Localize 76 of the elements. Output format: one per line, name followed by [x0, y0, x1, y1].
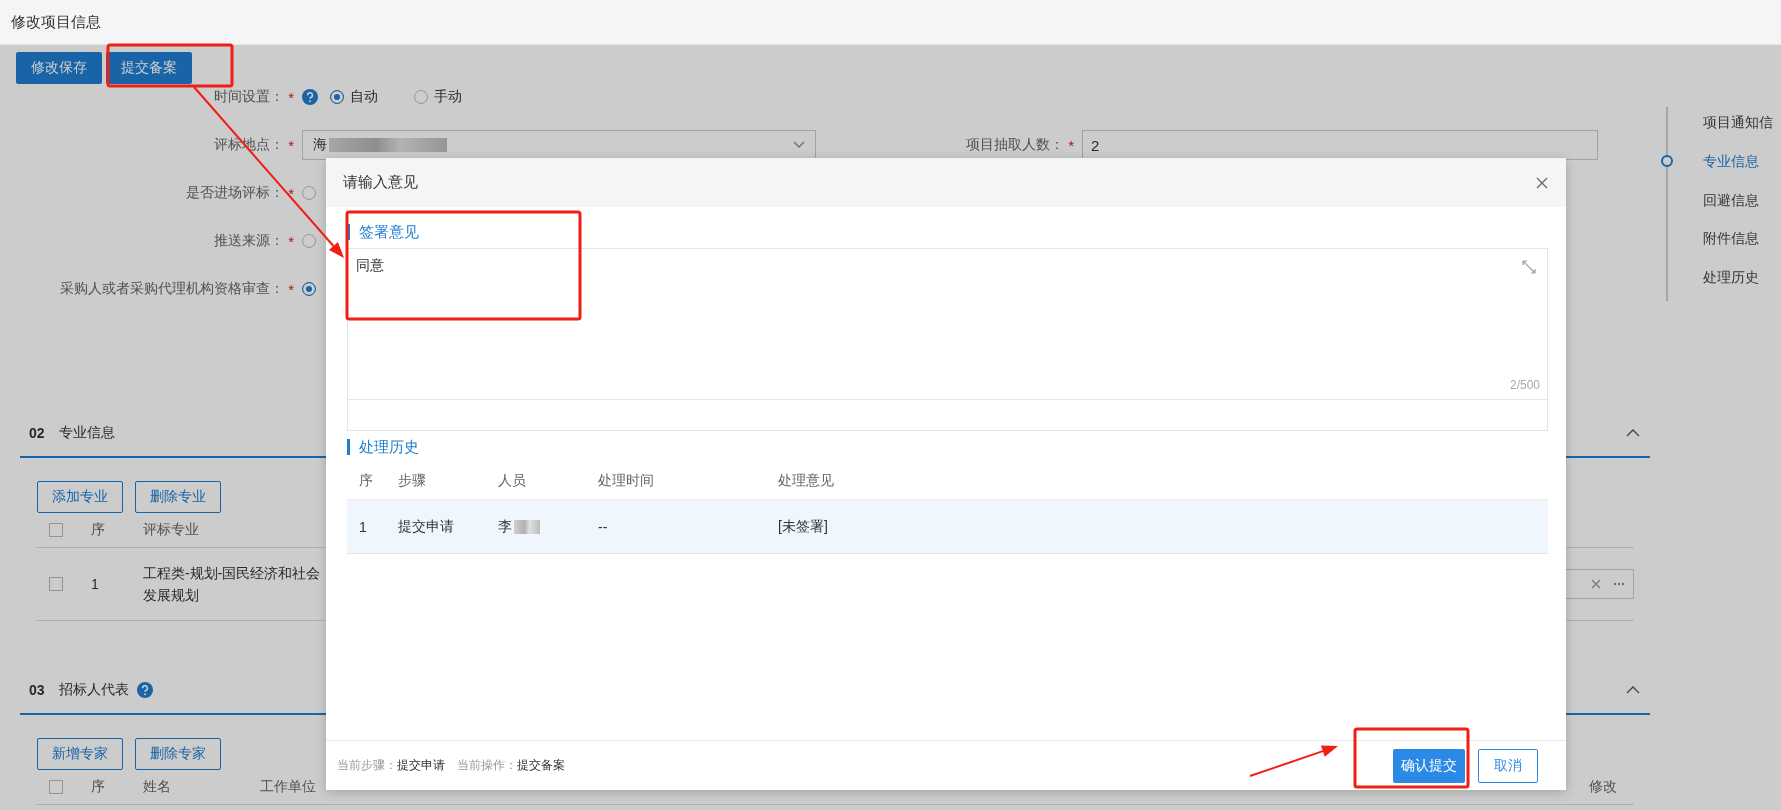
table-cell: 提交申请	[398, 518, 454, 536]
section-button[interactable]: 新增专家	[37, 738, 123, 770]
field-label: 推送来源：	[214, 232, 285, 250]
more-icon	[1613, 582, 1625, 586]
column-header: 序	[91, 778, 106, 796]
confirm-button[interactable]: 确认提交	[1393, 748, 1465, 783]
collapse-icon	[1626, 686, 1640, 694]
required-mark: *	[1068, 136, 1074, 154]
radio-button[interactable]	[414, 90, 428, 104]
column-header: 工作单位	[260, 778, 317, 796]
history-row[interactable]: 1 提交申请 李 -- [未签署]	[347, 501, 1548, 554]
radio-button[interactable]	[330, 90, 344, 104]
section-button[interactable]: 删除专业	[135, 481, 221, 513]
field-label: 项目抽取人数：	[966, 136, 1065, 154]
checkbox[interactable]	[49, 523, 63, 537]
collapse-icon	[1626, 429, 1640, 437]
status-value: 提交申请	[397, 757, 445, 774]
section-number: 03	[29, 682, 45, 698]
column-header: 序	[91, 521, 106, 539]
section-heading: 签署意见	[347, 224, 1548, 240]
toolbar-button[interactable]: 提交备案	[106, 52, 192, 84]
dropdown-icon	[793, 141, 805, 149]
location-select[interactable]: 海	[302, 130, 816, 160]
checkbox[interactable]	[49, 780, 63, 794]
table-cell: [未签署]	[778, 518, 828, 536]
column-header: 处理时间	[598, 472, 655, 490]
section-button[interactable]: 添加专业	[37, 481, 123, 513]
radio-button[interactable]	[302, 234, 316, 248]
column-header: 评标专业	[143, 521, 200, 539]
section-title: 招标人代表	[58, 681, 129, 699]
status-label: 当前步骤：	[337, 757, 397, 774]
required-mark: *	[288, 280, 294, 298]
radio-label: 自动	[350, 88, 378, 106]
nav-item[interactable]: 专业信息	[1703, 145, 1759, 176]
radio-button[interactable]	[302, 186, 316, 200]
table-cell: 1	[359, 519, 367, 535]
section-button[interactable]: 删除专家	[135, 738, 221, 770]
field-label: 时间设置：	[214, 88, 285, 106]
cancel-button[interactable]: 取消	[1478, 748, 1538, 783]
required-mark: *	[288, 136, 294, 154]
radio-label: 手动	[434, 88, 462, 106]
field-label: 是否进场评标：	[186, 184, 285, 202]
table-cell-text: 工程类-规划-国民经济和社会发展规划	[143, 564, 322, 605]
close-icon[interactable]	[1536, 176, 1548, 189]
field-label: 采购人或者采购代理机构资格审查：	[60, 280, 285, 298]
table-cell: 李	[498, 518, 512, 536]
required-mark: *	[288, 184, 294, 202]
clear-icon	[1591, 579, 1601, 589]
column-header: 姓名	[143, 778, 172, 796]
column-header: 处理意见	[778, 472, 834, 490]
checkbox[interactable]	[49, 577, 63, 591]
page-title: 修改项目信息	[0, 0, 1781, 45]
column-header: 人员	[498, 472, 527, 490]
table-cell-text: 1	[91, 575, 100, 594]
section-title: 专业信息	[58, 424, 115, 442]
column-header: 步骤	[398, 472, 427, 490]
nav-item[interactable]: 项目通知信	[1703, 107, 1773, 137]
radio-button[interactable]	[302, 282, 316, 296]
section-heading: 处理历史	[347, 439, 459, 455]
expand-icon	[1522, 260, 1536, 274]
char-counter: 2/500	[1509, 378, 1540, 392]
toolbar-button[interactable]: 修改保存	[16, 52, 102, 84]
column-header: 序	[358, 472, 374, 490]
nav-item[interactable]: 处理历史	[1703, 262, 1759, 293]
required-mark: *	[288, 232, 294, 250]
nav-item[interactable]: 回避信息	[1703, 184, 1759, 215]
section-number: 02	[29, 425, 45, 441]
column-header: 修改	[1589, 778, 1618, 796]
nav-item[interactable]: 附件信息	[1703, 223, 1759, 254]
count-field[interactable]: 2	[1082, 130, 1598, 160]
status-label: 当前操作：	[457, 757, 517, 774]
dialog-title: 请输入意见	[343, 173, 418, 192]
status-value: 提交备案	[517, 757, 565, 774]
table-cell: --	[598, 519, 608, 535]
active-dot-icon	[1661, 154, 1673, 167]
required-mark: *	[288, 88, 294, 106]
